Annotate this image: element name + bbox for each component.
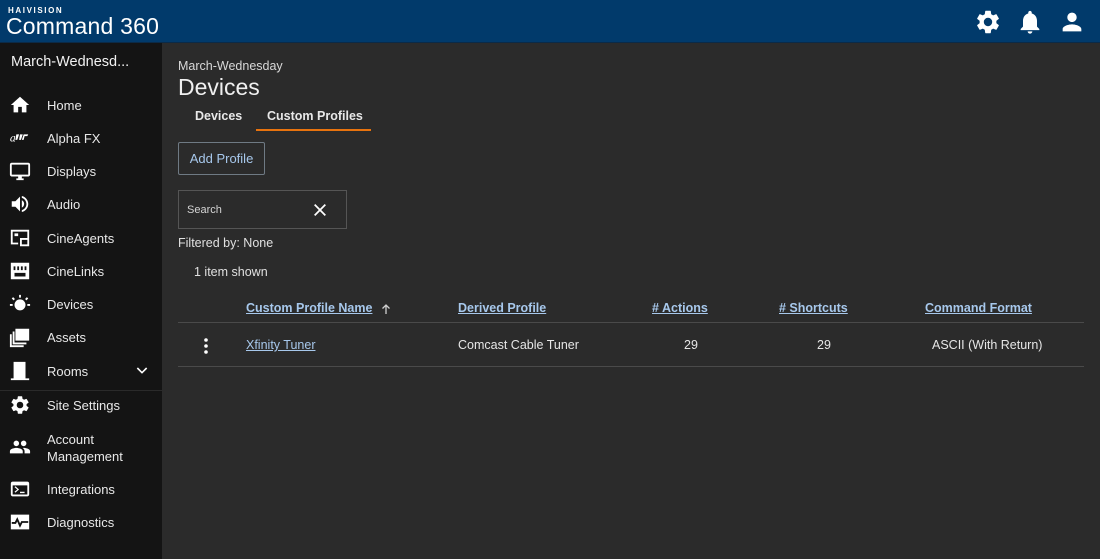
terminal-icon xyxy=(9,478,31,500)
profile-name-link[interactable]: Xfinity Tuner xyxy=(246,338,315,352)
sidebar-item-cinelinks[interactable]: CineLinks xyxy=(0,256,162,286)
sidebar-item-cineagents[interactable]: CineAgents xyxy=(0,223,162,253)
column-header-shortcuts[interactable]: # Shortcuts xyxy=(779,301,848,315)
settings-gear-icon[interactable] xyxy=(974,8,1002,36)
active-tab-indicator xyxy=(256,129,371,131)
monitor-icon xyxy=(9,160,31,182)
add-profile-button[interactable]: Add Profile xyxy=(178,142,265,175)
tab-devices[interactable]: Devices xyxy=(195,109,242,123)
alpha-fx-icon: a xyxy=(9,127,31,149)
sidebar-item-label: Devices xyxy=(47,297,94,312)
svg-text:a: a xyxy=(10,134,16,145)
search-input[interactable] xyxy=(187,202,297,218)
app-title[interactable]: Command 360 xyxy=(6,13,159,40)
sidebar-item-devices[interactable]: Devices xyxy=(0,289,162,319)
sidebar-item-integrations[interactable]: Integrations xyxy=(0,474,162,504)
sidebar-item-label: CineLinks xyxy=(47,264,105,279)
main-content: March-Wednesday Devices Devices Custom P… xyxy=(162,43,1100,559)
user-icon[interactable] xyxy=(1058,8,1086,36)
sidebar-item-label: Displays xyxy=(47,164,97,179)
top-bar: HAIVISION Command 360 xyxy=(0,0,1100,43)
derived-profile-cell: Comcast Cable Tuner xyxy=(458,338,579,352)
sidebar-item-label: Alpha FX xyxy=(47,131,101,146)
sidebar-item-rooms[interactable]: Rooms xyxy=(0,356,162,386)
item-count: 1 item shown xyxy=(194,265,268,279)
actions-count-cell: 29 xyxy=(684,338,698,352)
row-kebab-menu-icon[interactable] xyxy=(202,337,210,355)
speaker-icon xyxy=(9,193,31,215)
column-header-command-format[interactable]: Command Format xyxy=(925,301,1032,315)
bell-icon[interactable] xyxy=(1016,8,1044,36)
column-header-profile-name[interactable]: Custom Profile Name xyxy=(246,301,372,315)
devices-icon xyxy=(9,293,31,315)
sidebar-item-alpha-fx[interactable]: a Alpha FX xyxy=(0,123,162,153)
sidebar-item-label: Audio xyxy=(47,197,81,212)
gear-icon xyxy=(9,394,31,416)
column-header-actions[interactable]: # Actions xyxy=(652,301,708,315)
sidebar-item-label: Diagnostics xyxy=(47,515,115,530)
sidebar-item-label: Account Management xyxy=(47,432,123,464)
assets-icon xyxy=(9,326,31,348)
search-box xyxy=(178,190,347,229)
shortcuts-count-cell: 29 xyxy=(817,338,831,352)
sidebar-item-displays[interactable]: Displays xyxy=(0,156,162,186)
sidebar-item-assets[interactable]: Assets xyxy=(0,322,162,352)
sidebar-item-diagnostics[interactable]: Diagnostics xyxy=(0,507,162,537)
filter-status: Filtered by: None xyxy=(178,236,274,250)
cineagents-icon xyxy=(9,227,31,249)
site-name[interactable]: March-Wednesd... xyxy=(11,54,156,70)
table-header-divider xyxy=(178,322,1084,323)
sidebar-item-account-management[interactable]: Account Management xyxy=(0,431,162,467)
sidebar-item-label: Home xyxy=(47,98,82,113)
close-icon[interactable] xyxy=(312,202,328,218)
breadcrumb[interactable]: March-Wednesday xyxy=(178,59,283,73)
sidebar: March-Wednesd... Home a Alpha FX Display… xyxy=(0,43,162,559)
pulse-icon xyxy=(9,511,31,533)
command-format-cell: ASCII (With Return) xyxy=(932,338,1043,352)
cinelinks-icon xyxy=(9,260,31,282)
users-icon xyxy=(9,436,31,458)
door-icon xyxy=(9,360,31,382)
page-title: Devices xyxy=(178,74,260,100)
sidebar-item-label: Assets xyxy=(47,330,87,345)
sidebar-item-label: Site Settings xyxy=(47,398,120,413)
sidebar-item-label: Integrations xyxy=(47,482,115,497)
tab-custom-profiles[interactable]: Custom Profiles xyxy=(267,109,363,123)
sidebar-item-site-settings[interactable]: Site Settings xyxy=(0,390,162,420)
sidebar-item-label: Rooms xyxy=(47,364,89,379)
chevron-down-icon[interactable] xyxy=(134,362,150,378)
sidebar-item-audio[interactable]: Audio xyxy=(0,189,162,219)
sidebar-item-home[interactable]: Home xyxy=(0,90,162,120)
home-icon xyxy=(9,94,31,116)
sidebar-item-label: CineAgents xyxy=(47,231,115,246)
column-header-derived-profile[interactable]: Derived Profile xyxy=(458,301,546,315)
table-row-divider xyxy=(178,366,1084,367)
sort-ascending-icon[interactable] xyxy=(380,302,392,314)
